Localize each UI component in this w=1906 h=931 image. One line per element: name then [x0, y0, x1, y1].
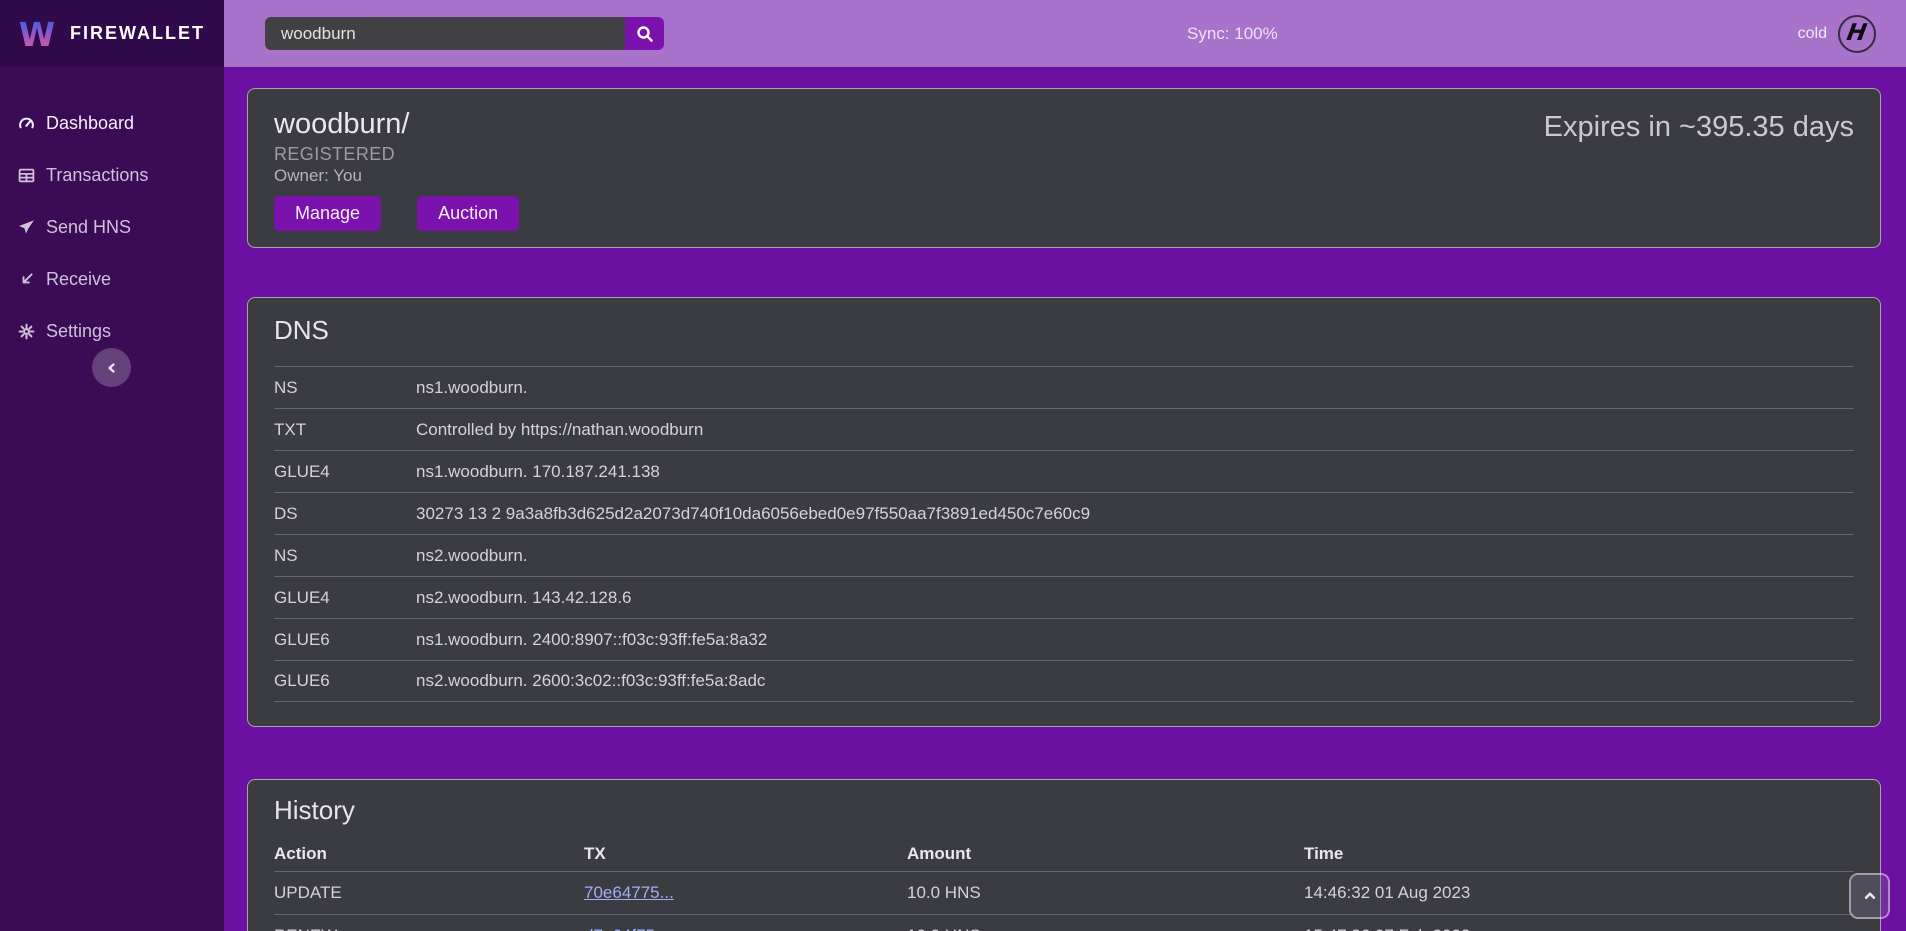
- dns-record-value: ns2.woodburn.: [416, 546, 1854, 566]
- history-time: 14:46:32 01 Aug 2023: [1304, 883, 1854, 903]
- gauge-icon: [18, 115, 35, 132]
- sidebar-collapse-button[interactable]: [92, 348, 131, 387]
- wallet-info[interactable]: cold H: [1798, 0, 1876, 67]
- history-header-row: Action TX Amount Time: [274, 836, 1854, 872]
- sidebar: W FIREWALLET Dashboard Transactions: [0, 0, 224, 931]
- sidebar-item-dashboard[interactable]: Dashboard: [0, 111, 224, 135]
- dns-card: DNS NS ns1.woodburn. TXT Controlled by h…: [247, 297, 1881, 727]
- search-button[interactable]: [625, 17, 664, 50]
- history-amount: 10.0 HNS: [907, 926, 1304, 931]
- history-action: RENEW: [274, 926, 584, 931]
- history-row: UPDATE 70e64775... 10.0 HNS 14:46:32 01 …: [274, 872, 1854, 914]
- search-bar: [265, 17, 664, 50]
- receive-icon: [18, 271, 35, 288]
- dns-record-type: TXT: [274, 420, 416, 440]
- dns-record-type: GLUE6: [274, 671, 416, 691]
- tx-link[interactable]: d7e64f75...: [584, 926, 669, 931]
- dns-record-type: DS: [274, 504, 416, 524]
- dns-record-row: GLUE4 ns1.woodburn. 170.187.241.138: [274, 450, 1854, 492]
- sidebar-item-label: Transactions: [46, 165, 148, 186]
- history-time: 15:47:36 07 Feb 2023: [1304, 926, 1854, 931]
- domain-card: woodburn/ REGISTERED Owner: You Manage A…: [247, 88, 1881, 248]
- column-header-tx: TX: [584, 844, 907, 864]
- dns-record-type: NS: [274, 546, 416, 566]
- send-icon: [18, 219, 35, 236]
- chevron-left-icon: [104, 360, 120, 376]
- dns-record-value: 30273 13 2 9a3a8fb3d625d2a2073d740f10da6…: [416, 504, 1854, 524]
- sidebar-item-send-hns[interactable]: Send HNS: [0, 215, 224, 239]
- topbar: Sync: 100% cold H: [224, 0, 1906, 67]
- dns-record-row: GLUE6 ns1.woodburn. 2400:8907::f03c:93ff…: [274, 618, 1854, 660]
- history-card: History Action TX Amount Time UPDATE 70e…: [247, 779, 1881, 931]
- dns-record-type: GLUE4: [274, 462, 416, 482]
- dns-heading: DNS: [274, 314, 1854, 346]
- handshake-logo-icon: H: [1838, 15, 1876, 53]
- sidebar-item-label: Send HNS: [46, 217, 131, 238]
- sidebar-item-label: Settings: [46, 321, 111, 342]
- dns-record-value: ns2.woodburn. 143.42.128.6: [416, 588, 1854, 608]
- search-input[interactable]: [265, 17, 625, 50]
- dns-record-row: DS 30273 13 2 9a3a8fb3d625d2a2073d740f10…: [274, 492, 1854, 534]
- brand-header: W FIREWALLET: [0, 0, 224, 67]
- search-icon: [636, 25, 654, 43]
- sidebar-nav: Dashboard Transactions Send HNS: [0, 67, 224, 343]
- firewallet-logo-icon: W: [16, 13, 58, 55]
- auction-button[interactable]: Auction: [417, 196, 519, 231]
- brand-name: FIREWALLET: [70, 23, 205, 44]
- history-amount: 10.0 HNS: [907, 883, 1304, 903]
- scroll-to-top-button[interactable]: [1849, 873, 1890, 919]
- dns-record-type: NS: [274, 378, 416, 398]
- sync-status: Sync: 100%: [1187, 24, 1278, 44]
- domain-actions: Manage Auction: [274, 196, 1854, 231]
- sidebar-item-label: Receive: [46, 269, 111, 290]
- history-heading: History: [274, 794, 1854, 826]
- history-action: UPDATE: [274, 883, 584, 903]
- column-header-time: Time: [1304, 844, 1854, 864]
- dns-record-row: NS ns1.woodburn.: [274, 366, 1854, 408]
- dns-record-value: Controlled by https://nathan.woodburn: [416, 420, 1854, 440]
- dns-record-row: NS ns2.woodburn.: [274, 534, 1854, 576]
- column-header-action: Action: [274, 844, 584, 864]
- sidebar-item-settings[interactable]: Settings: [0, 319, 224, 343]
- dns-record-row: GLUE6 ns2.woodburn. 2600:3c02::f03c:93ff…: [274, 660, 1854, 702]
- main-content: woodburn/ REGISTERED Owner: You Manage A…: [224, 67, 1906, 931]
- dns-record-value: ns1.woodburn. 170.187.241.138: [416, 462, 1854, 482]
- dns-record-row: GLUE4 ns2.woodburn. 143.42.128.6: [274, 576, 1854, 618]
- dns-record-value: ns2.woodburn. 2600:3c02::f03c:93ff:fe5a:…: [416, 671, 1854, 691]
- history-table: Action TX Amount Time UPDATE 70e64775...…: [274, 836, 1854, 931]
- manage-button[interactable]: Manage: [274, 196, 381, 231]
- sidebar-item-receive[interactable]: Receive: [0, 267, 224, 291]
- sidebar-item-transactions[interactable]: Transactions: [0, 163, 224, 187]
- dns-record-type: GLUE4: [274, 588, 416, 608]
- chevron-up-icon: [1861, 887, 1879, 905]
- dns-record-value: ns1.woodburn.: [416, 378, 1854, 398]
- dns-record-type: GLUE6: [274, 630, 416, 650]
- dns-record-value: ns1.woodburn. 2400:8907::f03c:93ff:fe5a:…: [416, 630, 1854, 650]
- wallet-name: cold: [1798, 25, 1827, 43]
- gear-icon: [18, 323, 35, 340]
- domain-owner: Owner: You: [274, 165, 1854, 187]
- svg-text:W: W: [19, 15, 55, 54]
- dns-record-row: TXT Controlled by https://nathan.woodbur…: [274, 408, 1854, 450]
- column-header-amount: Amount: [907, 844, 1304, 864]
- history-row: RENEW d7e64f75... 10.0 HNS 15:47:36 07 F…: [274, 914, 1854, 931]
- domain-status: REGISTERED: [274, 143, 1854, 165]
- dns-table: NS ns1.woodburn. TXT Controlled by https…: [274, 366, 1854, 702]
- sidebar-item-label: Dashboard: [46, 113, 134, 134]
- tx-link[interactable]: 70e64775...: [584, 883, 674, 902]
- table-icon: [18, 167, 35, 184]
- domain-expiry: Expires in ~395.35 days: [1544, 111, 1854, 144]
